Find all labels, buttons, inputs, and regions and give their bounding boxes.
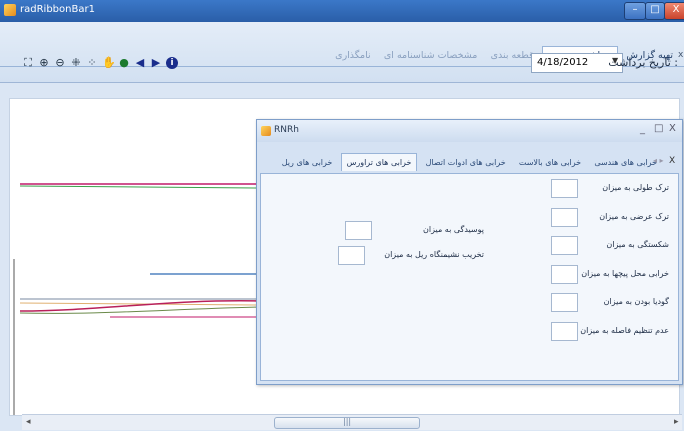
field-label: تخریب نشیمنگاه ریل به میزان bbox=[384, 250, 484, 259]
field-label: شکستگی به میزان bbox=[606, 240, 669, 249]
tab-fastening-defects[interactable]: خرابی های ادوات اتصال bbox=[421, 154, 511, 171]
horizontal-scrollbar[interactable]: ◂ ||| ▸ bbox=[22, 414, 682, 430]
date-label: تاریخ برداشت : bbox=[608, 56, 678, 69]
dialog-tabs: خرابی های هندسی خرابی های بالاست خرابی ه… bbox=[277, 153, 662, 171]
bolt-hole-damage-input[interactable] bbox=[551, 265, 578, 284]
title-bar: radRibbonBar1 – □ X bbox=[0, 0, 684, 22]
sleeper-defects-panel: ترک طولی به میزان ترک عرضی به میزان شکست… bbox=[260, 173, 679, 381]
zoom-out-icon[interactable]: ⊖ bbox=[54, 57, 66, 69]
zoom-fit-icon[interactable]: ⁜ bbox=[70, 57, 82, 69]
scroll-thumb[interactable]: ||| bbox=[274, 417, 420, 429]
scroll-left-icon[interactable]: ◂ bbox=[26, 417, 31, 427]
tab-sleeper-defects[interactable]: خرابی های تراورس bbox=[340, 153, 418, 171]
field-label: ترک طولی به میزان bbox=[602, 183, 669, 192]
date-value: 4/18/2012 bbox=[537, 57, 589, 68]
close-button[interactable]: X bbox=[664, 2, 684, 20]
rail-seat-damage-input[interactable] bbox=[338, 246, 365, 265]
tab-ballast-defects[interactable]: خرابی های بالاست bbox=[514, 154, 586, 171]
dialog-close-button[interactable]: X bbox=[669, 123, 676, 134]
tab-rail-defects[interactable]: خرابی های ریل bbox=[277, 154, 338, 171]
transverse-crack-input[interactable] bbox=[551, 208, 578, 227]
info-icon[interactable]: i bbox=[166, 57, 178, 69]
track-line bbox=[19, 300, 261, 312]
dialog-title: RNRh bbox=[274, 125, 299, 135]
toolbar: ⛶ ⊕ ⊖ ⁜ ⁘ ✋ ● ◀ ▶ i 4/18/2012 ▼ تاریخ بر… bbox=[0, 48, 684, 78]
back-arrow-icon[interactable]: ◀ bbox=[134, 57, 146, 69]
track-line bbox=[19, 185, 261, 189]
zoom-extent-icon[interactable]: ⁘ bbox=[86, 57, 98, 69]
main-window: radRibbonBar1 – □ X تهیه گزارش برداشت وض… bbox=[0, 0, 684, 431]
rot-input[interactable] bbox=[345, 221, 372, 240]
dialog-maximize-button[interactable]: □ bbox=[654, 123, 663, 134]
longitudinal-crack-input[interactable] bbox=[551, 179, 578, 198]
field-label: گودیا بودن به میزان bbox=[603, 297, 669, 306]
field-label: ترک عرضی به میزان bbox=[599, 212, 669, 221]
window-title: radRibbonBar1 bbox=[20, 4, 95, 15]
scroll-right-icon[interactable]: ▸ bbox=[674, 417, 679, 427]
app-icon bbox=[4, 4, 16, 16]
defects-dialog: RNRh _ □ X خرابی های هندسی خرابی های بال… bbox=[256, 119, 683, 385]
grip-icon: ||| bbox=[343, 417, 352, 426]
tab-scroll-icon[interactable]: ◂ ▸ bbox=[653, 156, 664, 165]
breakage-input[interactable] bbox=[551, 236, 578, 255]
tab-close-icon[interactable]: X bbox=[669, 156, 675, 166]
select-icon[interactable]: ⛶ bbox=[22, 57, 34, 69]
zoom-in-icon[interactable]: ⊕ bbox=[38, 57, 50, 69]
field-label: پوسیدگی به میزان bbox=[423, 225, 484, 234]
dialog-app-icon bbox=[261, 126, 271, 136]
hanging-input[interactable] bbox=[551, 293, 578, 312]
minimize-button[interactable]: – bbox=[624, 2, 646, 20]
globe-icon[interactable]: ● bbox=[118, 57, 130, 69]
tab-geometric-defects[interactable]: خرابی های هندسی bbox=[589, 154, 662, 171]
dialog-title-bar: RNRh _ □ X bbox=[257, 120, 682, 142]
spacing-misalignment-input[interactable] bbox=[551, 322, 578, 341]
dialog-minimize-button[interactable]: _ bbox=[640, 124, 645, 135]
field-label: عدم تنظیم فاصله به میزان bbox=[580, 326, 669, 335]
maximize-button[interactable]: □ bbox=[645, 2, 665, 20]
pan-hand-icon[interactable]: ✋ bbox=[102, 57, 116, 69]
forward-arrow-icon[interactable]: ▶ bbox=[150, 57, 162, 69]
field-label: خرابی محل پیچها به میزان bbox=[581, 269, 669, 278]
